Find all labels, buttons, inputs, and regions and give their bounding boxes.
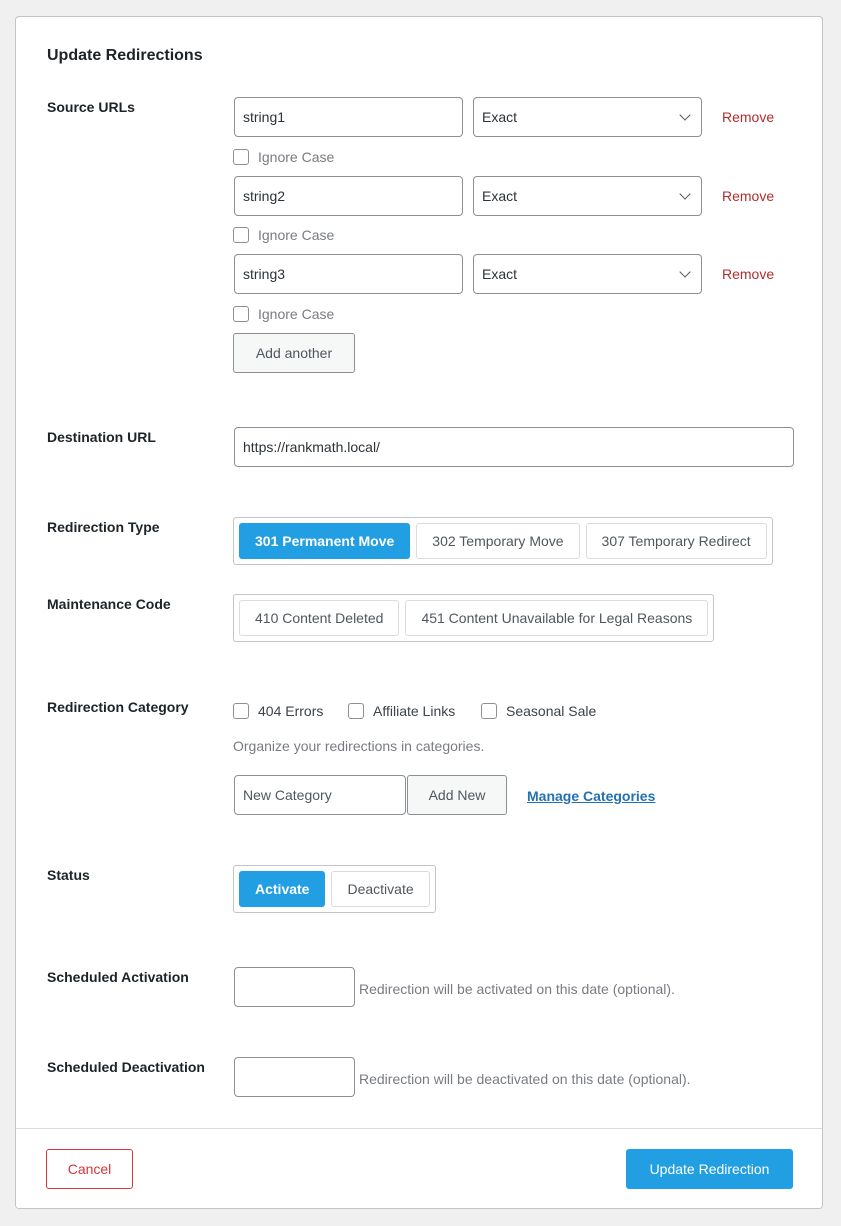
source-urls-label: Source URLs [47,99,135,115]
category-404-errors[interactable]: 404 Errors [233,703,323,719]
type-301-button[interactable]: 301 Permanent Move [239,523,411,559]
checkbox-label: Ignore Case [258,149,335,165]
update-redirection-button[interactable]: Update Redirection [626,1149,793,1189]
maintenance-code-group: 410 Content Deleted 451 Content Unavaila… [233,594,715,642]
activation-date-input[interactable] [234,967,355,1007]
ignore-case-checkbox-3[interactable]: Ignore Case [233,306,334,322]
ignore-case-checkbox-2[interactable]: Ignore Case [233,227,334,243]
status-label: Status [47,867,90,883]
redirection-type-label: Redirection Type [47,519,160,535]
new-category-input[interactable]: New Category [234,775,406,815]
add-another-button[interactable]: Add another [233,333,355,373]
category-affiliate-links[interactable]: Affiliate Links [348,703,455,719]
remove-link-1[interactable]: Remove [722,109,774,125]
activation-hint: Redirection will be activated on this da… [359,981,675,997]
checkbox-box[interactable] [481,703,497,719]
checkbox-box[interactable] [233,149,249,165]
redirection-category-label: Redirection Category [47,699,189,715]
checkbox-label: Ignore Case [258,227,335,243]
match-select-1[interactable]: Exact [473,97,702,137]
chevron-down-icon [679,109,691,121]
panel-footer: Cancel Update Redirection [16,1128,822,1208]
source-url-input-3[interactable]: string3 [234,254,463,294]
checkbox-label: Ignore Case [258,306,335,322]
deactivate-button[interactable]: Deactivate [331,871,430,907]
checkbox-label: Seasonal Sale [506,703,597,719]
code-410-button[interactable]: 410 Content Deleted [239,600,400,636]
scheduled-activation-label: Scheduled Activation [47,969,189,985]
remove-link-2[interactable]: Remove [722,188,774,204]
destination-url-input[interactable]: https://rankmath.local/ [234,427,794,467]
destination-url-label: Destination URL [47,429,156,445]
add-new-category-button[interactable]: Add New [407,775,507,815]
match-select-3[interactable]: Exact [473,254,702,294]
maintenance-code-label: Maintenance Code [47,596,171,612]
source-url-input-1[interactable]: string1 [234,97,463,137]
category-hint: Organize your redirections in categories… [233,738,485,754]
status-group: Activate Deactivate [233,865,436,913]
redirection-type-group: 301 Permanent Move 302 Temporary Move 30… [233,517,773,565]
checkbox-box[interactable] [233,703,249,719]
match-select-2[interactable]: Exact [473,176,702,216]
type-307-button[interactable]: 307 Temporary Redirect [585,523,767,559]
match-value: Exact [482,188,518,204]
panel-title: Update Redirections [47,47,203,64]
type-302-button[interactable]: 302 Temporary Move [416,523,580,559]
update-redirections-panel: Update Redirections Source URLs string1 … [15,16,823,1209]
deactivation-hint: Redirection will be deactivated on this … [359,1071,691,1087]
checkbox-box[interactable] [348,703,364,719]
activate-button[interactable]: Activate [239,871,326,907]
chevron-down-icon [679,188,691,200]
ignore-case-checkbox-1[interactable]: Ignore Case [233,149,334,165]
cancel-button[interactable]: Cancel [46,1149,133,1189]
checkbox-box[interactable] [233,306,249,322]
chevron-down-icon [679,266,691,278]
checkbox-label: Affiliate Links [373,703,456,719]
scheduled-deactivation-label: Scheduled Deactivation [47,1059,205,1075]
category-seasonal-sale[interactable]: Seasonal Sale [481,703,596,719]
match-value: Exact [482,266,518,282]
checkbox-label: 404 Errors [258,703,324,719]
remove-link-3[interactable]: Remove [722,266,774,282]
match-value: Exact [482,109,518,125]
deactivation-date-input[interactable] [234,1057,355,1097]
source-url-input-2[interactable]: string2 [234,176,463,216]
checkbox-box[interactable] [233,227,249,243]
manage-categories-link[interactable]: Manage Categories [527,788,655,804]
code-451-button[interactable]: 451 Content Unavailable for Legal Reason… [405,600,709,636]
